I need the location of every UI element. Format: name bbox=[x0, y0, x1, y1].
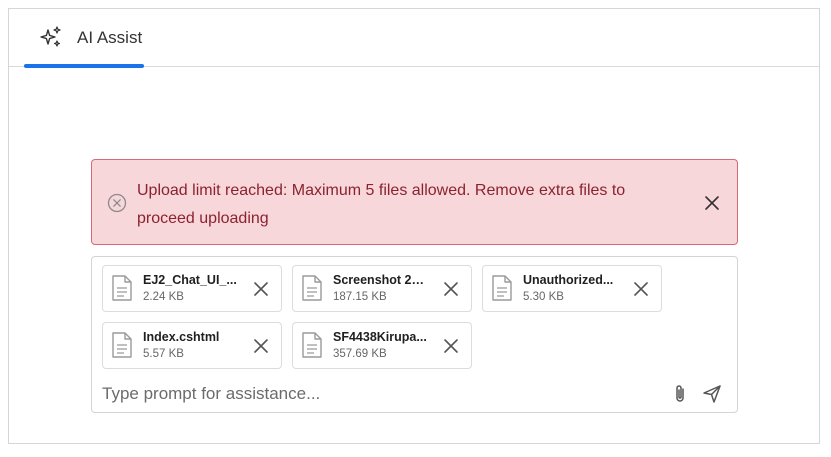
file-icon bbox=[302, 332, 322, 358]
attachment-name: EJ2_Chat_UI_... bbox=[143, 273, 237, 287]
error-circle-icon bbox=[107, 193, 127, 213]
attachment-chip: Index.cshtml 5.57 KB bbox=[102, 322, 282, 369]
remove-attachment-icon[interactable] bbox=[441, 279, 461, 299]
remove-attachment-icon[interactable] bbox=[251, 279, 271, 299]
remove-attachment-icon[interactable] bbox=[441, 336, 461, 356]
file-icon bbox=[112, 275, 132, 301]
file-icon bbox=[492, 275, 512, 301]
attachment-chip: EJ2_Chat_UI_... 2.24 KB bbox=[102, 265, 282, 312]
attachment-name: Index.cshtml bbox=[143, 330, 220, 344]
sparkles-icon bbox=[40, 26, 61, 47]
tab-label: AI Assist bbox=[77, 28, 143, 47]
attachment-chip: Screenshot 20... 187.15 KB bbox=[292, 265, 472, 312]
tab-ai-assist[interactable]: AI Assist bbox=[24, 9, 144, 68]
prompt-composer: EJ2_Chat_UI_... 2.24 KB Screenshot 20...… bbox=[91, 256, 738, 413]
attachment-size: 5.30 KB bbox=[523, 291, 564, 303]
prompt-input[interactable] bbox=[102, 382, 662, 406]
attachment-name: Unauthorized... bbox=[523, 273, 614, 287]
alert-message: Upload limit reached: Maximum 5 files al… bbox=[137, 182, 626, 227]
remove-attachment-icon[interactable] bbox=[631, 279, 651, 299]
close-icon[interactable] bbox=[701, 192, 723, 214]
attachment-chip: SF4438Kirupa... 357.69 KB bbox=[292, 322, 472, 369]
attachment-size: 5.57 KB bbox=[143, 348, 184, 360]
file-icon bbox=[112, 332, 132, 358]
tab-bar: AI Assist bbox=[9, 9, 819, 68]
remove-attachment-icon[interactable] bbox=[251, 336, 271, 356]
attachment-name: SF4438Kirupa... bbox=[333, 330, 427, 344]
active-tab-indicator bbox=[24, 64, 144, 68]
send-icon[interactable] bbox=[701, 383, 723, 405]
attachment-size: 187.15 KB bbox=[333, 291, 387, 303]
attachment-name: Screenshot 20... bbox=[333, 273, 428, 287]
upload-limit-alert: Upload limit reached: Maximum 5 files al… bbox=[91, 159, 738, 245]
ai-assist-view: AI Assist Upload limit reached: Maximum … bbox=[8, 8, 820, 444]
file-icon bbox=[302, 275, 322, 301]
paperclip-icon[interactable] bbox=[669, 383, 691, 405]
attachment-chip: Unauthorized... 5.30 KB bbox=[482, 265, 662, 312]
attachment-size: 357.69 KB bbox=[333, 348, 387, 360]
attachment-size: 2.24 KB bbox=[143, 291, 184, 303]
